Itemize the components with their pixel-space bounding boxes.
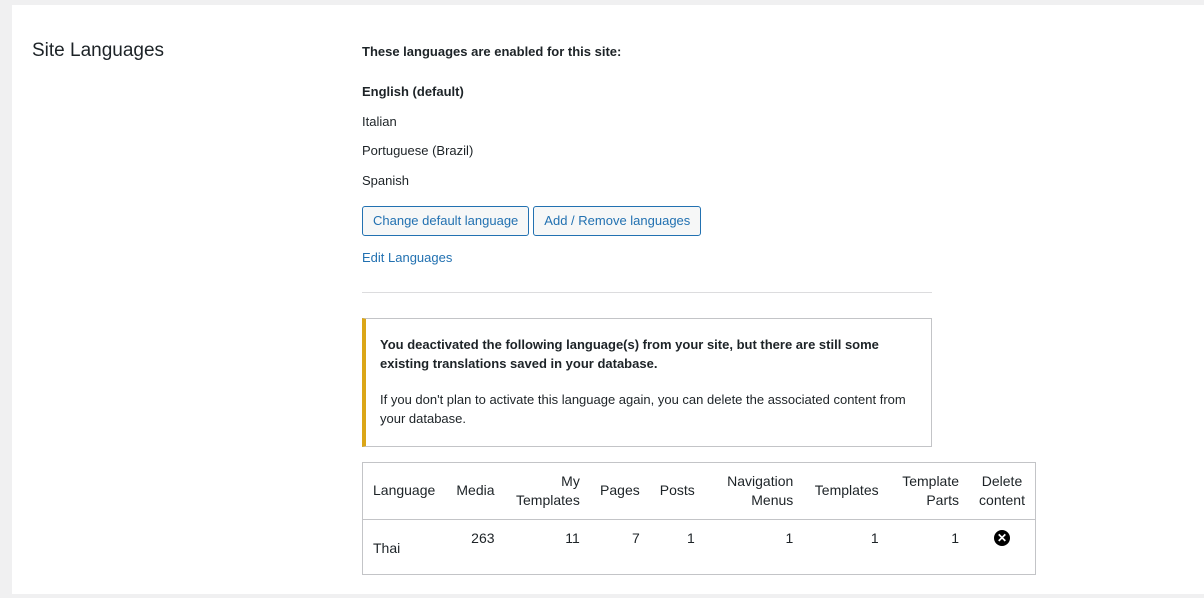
cell-my-templates: 11 — [565, 529, 580, 546]
notice-heading: You deactivated the following language(s… — [380, 337, 879, 371]
translations-table-wrapper: Language Media My Templates Pages Posts … — [362, 462, 1036, 575]
notice-body: If you don't plan to activate this langu… — [380, 392, 906, 426]
column-header-navigation-menus: Navigation Menus — [727, 472, 794, 508]
language-actions: Change default language Add / Remove lan… — [362, 206, 702, 236]
edit-languages-link[interactable]: Edit Languages — [362, 250, 452, 265]
column-header-templates: Templates — [814, 482, 879, 499]
column-header-media: Media — [456, 482, 495, 499]
cell-media: 263 — [471, 529, 495, 546]
column-header-delete-content: Delete content — [979, 472, 1025, 508]
settings-panel: Site Languages These languages are enabl… — [12, 5, 1204, 594]
cell-language: Thai — [373, 539, 401, 556]
enabled-languages-list: English (default) Italian Portuguese (Br… — [362, 82, 473, 200]
divider — [362, 292, 932, 293]
add-remove-languages-button[interactable]: Add / Remove languages — [533, 206, 702, 236]
column-header-my-templates: My Templates — [516, 472, 580, 508]
column-header-template-parts: Template Parts — [902, 472, 960, 508]
language-item: Portuguese (Brazil) — [362, 143, 474, 158]
language-item-default: English (default) — [362, 84, 464, 99]
cell-delete-content: ✕ — [969, 519, 1035, 574]
change-default-language-button[interactable]: Change default language — [362, 206, 530, 236]
cell-pages: 7 — [631, 529, 640, 546]
cell-navigation-menus: 1 — [785, 529, 794, 546]
cell-templates: 1 — [870, 529, 879, 546]
column-header-posts: Posts — [659, 482, 695, 499]
language-item: Spanish — [362, 172, 409, 188]
translations-table: Language Media My Templates Pages Posts … — [363, 463, 1035, 574]
section-title: Site Languages — [32, 40, 165, 61]
column-header-pages: Pages — [600, 482, 640, 499]
cell-posts: 1 — [686, 529, 695, 546]
column-header-language: Language — [373, 482, 436, 499]
language-item: Italian — [362, 113, 397, 129]
table-header-row: Language Media My Templates Pages Posts … — [363, 463, 1035, 519]
deactivated-languages-notice: You deactivated the following language(s… — [362, 318, 932, 447]
enabled-languages-intro: These languages are enabled for this sit… — [362, 44, 622, 59]
close-circle-icon[interactable]: ✕ — [994, 529, 1010, 546]
table-row: Thai 263 11 7 1 1 1 1 ✕ — [363, 519, 1035, 574]
cell-template-parts: 1 — [951, 529, 960, 546]
